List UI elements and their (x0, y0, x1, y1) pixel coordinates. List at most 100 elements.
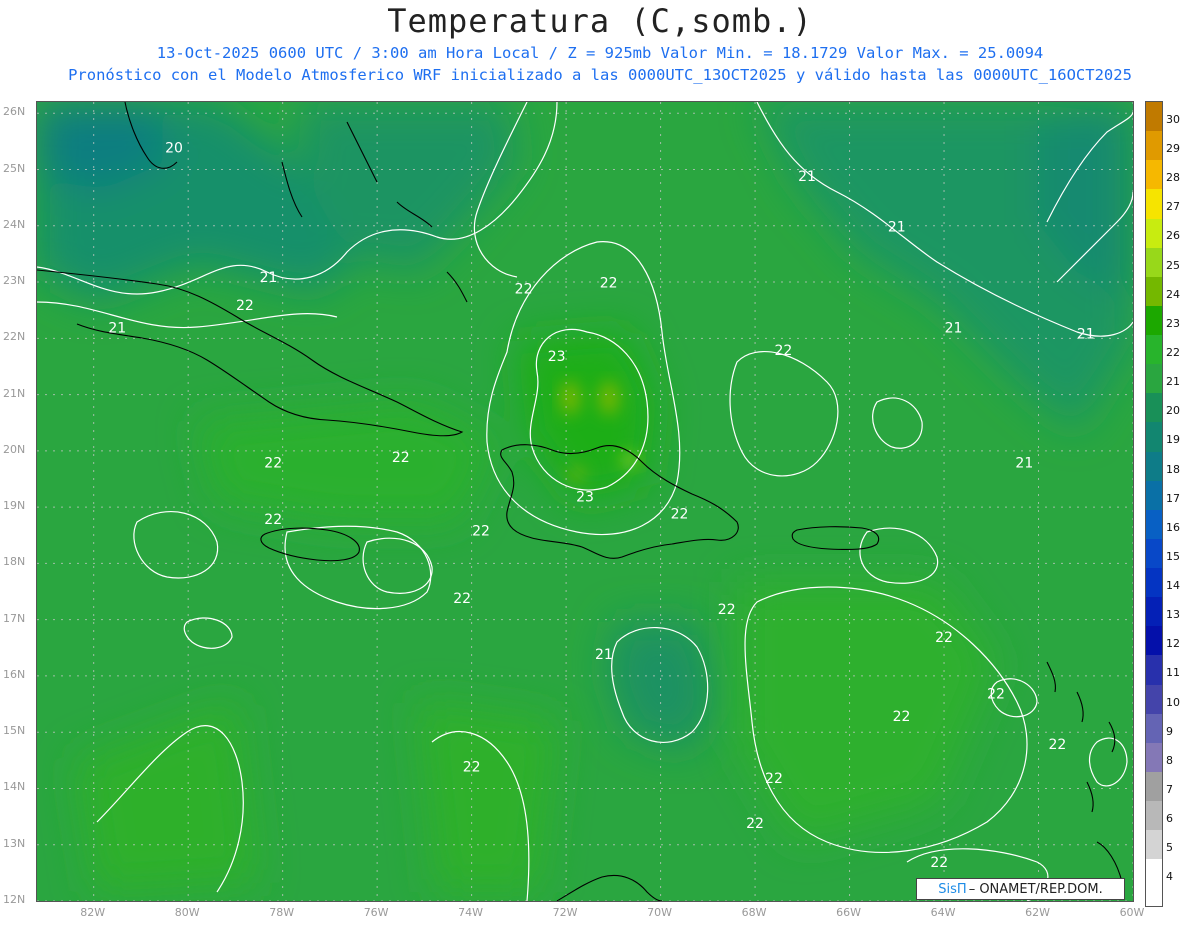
colorbar-segment (1146, 247, 1162, 278)
lat-tick-label: 20N (3, 442, 26, 456)
lon-tick-label: 62W (1025, 906, 1050, 919)
colorbar-label: 5 (1166, 841, 1173, 855)
colorbar-segment (1146, 131, 1162, 161)
lat-tick-label: 19N (3, 499, 26, 513)
map-title: Temperatura (C,somb.) (387, 2, 813, 40)
colorbar-segment (1146, 218, 1162, 249)
contour-label: 22 (392, 450, 410, 466)
colorbar-label: 20 (1166, 404, 1180, 418)
contour-label: 20 (165, 141, 183, 157)
colorbar-label: 23 (1166, 316, 1180, 330)
colorbar-segment (1146, 772, 1162, 802)
lon-tick-label: 78W (269, 906, 295, 919)
colorbar-label: 12 (1166, 637, 1180, 651)
contour-label: 23 (548, 349, 566, 365)
contour-label: 22 (746, 816, 764, 832)
colorbar-segment (1146, 393, 1162, 423)
colorbar-label: 16 (1166, 520, 1180, 534)
colorbar-label: 21 (1166, 375, 1180, 389)
contour-label: 23 (576, 490, 594, 506)
model-info-line: Pronóstico con el Modelo Atmosferico WRF… (68, 66, 1132, 84)
colorbar-label: 4 (1166, 870, 1173, 884)
lat-tick-label: 15N (3, 724, 26, 738)
colorbar-label: 9 (1166, 724, 1173, 738)
contour-label: 21 (108, 321, 126, 337)
contour-label: 22 (453, 591, 471, 607)
colorbar-label: 25 (1166, 258, 1180, 272)
lat-tick-label: 16N (3, 667, 26, 681)
colorbar-segment (1146, 451, 1162, 482)
colorbar-label: 13 (1166, 608, 1180, 622)
lon-tick-label: 70W (647, 906, 673, 919)
lon-tick-label: 68W (741, 906, 767, 919)
colorbar-segment (1146, 742, 1162, 773)
contour-label: 22 (765, 771, 783, 787)
contour-label: 22 (987, 686, 1005, 702)
colorbar-label: 30 (1166, 112, 1180, 126)
colorbar-label: 11 (1166, 666, 1180, 680)
colorbar-segment (1146, 830, 1162, 860)
credit-box: SisΠ – ONAMET/REP.DOM. (916, 878, 1125, 900)
colorbar-label: 28 (1166, 171, 1180, 185)
lon-tick-label: 74W (458, 906, 484, 919)
lat-tick-label: 23N (3, 274, 26, 288)
contour-label: 22 (463, 760, 481, 776)
lon-tick-label: 60W (1119, 906, 1145, 919)
colorbar-label: 27 (1166, 200, 1180, 214)
colorbar-segment (1146, 538, 1162, 569)
colorbar-segment (1146, 305, 1162, 336)
lon-tick-label: 66W (836, 906, 861, 919)
lat-tick-label: 21N (3, 386, 26, 400)
map-canvas: 20 21 21 22 22 22 23 22 22 23 22 22 22 22 22 22 22 22 21 22… (37, 102, 1133, 901)
lat-tick-label: 26N (3, 105, 26, 119)
lat-tick-label: 24N (3, 217, 26, 231)
colorbar-segment (1146, 713, 1162, 744)
contour-label: 22 (1048, 737, 1066, 753)
contour-label: 22 (264, 512, 282, 528)
colorbar-segment (1146, 801, 1162, 831)
contour-label: 22 (264, 456, 282, 472)
contour-label: 21 (260, 270, 278, 286)
contour-label: 22 (718, 602, 736, 618)
colorbar-label: 15 (1166, 549, 1180, 563)
contour-label: 22 (515, 281, 533, 297)
contour-label: 22 (930, 855, 948, 871)
colorbar-segment (1146, 364, 1162, 394)
lat-tick-label: 17N (3, 611, 26, 625)
colorbar-label: 8 (1166, 753, 1173, 767)
colorbar-label: 29 (1166, 142, 1180, 156)
lon-tick-label: 80W (174, 906, 200, 919)
colorbar-segment (1146, 189, 1162, 220)
colorbar-label: 22 (1166, 345, 1180, 359)
lon-tick-label: 82W (80, 906, 106, 919)
colorbar-segment (1146, 480, 1162, 511)
colorbar-segment (1146, 626, 1162, 656)
lat-tick-label: 14N (3, 780, 26, 794)
colorbar-segment (1146, 509, 1162, 540)
lon-tick-label: 72W (552, 906, 578, 919)
lat-tick-label: 12N (3, 893, 26, 906)
colorbar-segment (1146, 859, 1162, 890)
lat-tick-label: 25N (3, 161, 26, 175)
onamet-credit: – ONAMET/REP.DOM. (968, 881, 1103, 897)
forecast-time-line: 13-Oct-2025 0600 UTC / 3:00 am Hora Loca… (156, 44, 1044, 62)
colorbar-label: 14 (1166, 579, 1180, 593)
contour-label: 21 (1077, 326, 1095, 342)
contour-label: 22 (600, 276, 618, 292)
contour-label: 22 (671, 506, 689, 522)
colorbar-label: 24 (1166, 287, 1180, 301)
contour-label: 22 (236, 298, 254, 314)
contour-label: 22 (774, 343, 792, 359)
contour-label: 21 (1015, 456, 1033, 472)
sispi-logo-text: SisΠ (938, 881, 967, 897)
lat-tick-label: 13N (3, 836, 26, 850)
colorbar-label: 19 (1166, 433, 1180, 447)
contour-label: 21 (798, 169, 816, 185)
lon-tick-label: 64W (930, 906, 956, 919)
contour-label: 22 (935, 630, 953, 646)
temperature-map[interactable]: 20 21 21 22 22 22 23 22 22 23 22 22 22 22 22 22 22 22 21 22… (36, 101, 1134, 902)
colorbar-segment (1146, 568, 1162, 598)
contour-label: 21 (945, 321, 963, 337)
colorbar-label: 26 (1166, 229, 1180, 243)
colorbar-segment (1146, 102, 1162, 132)
